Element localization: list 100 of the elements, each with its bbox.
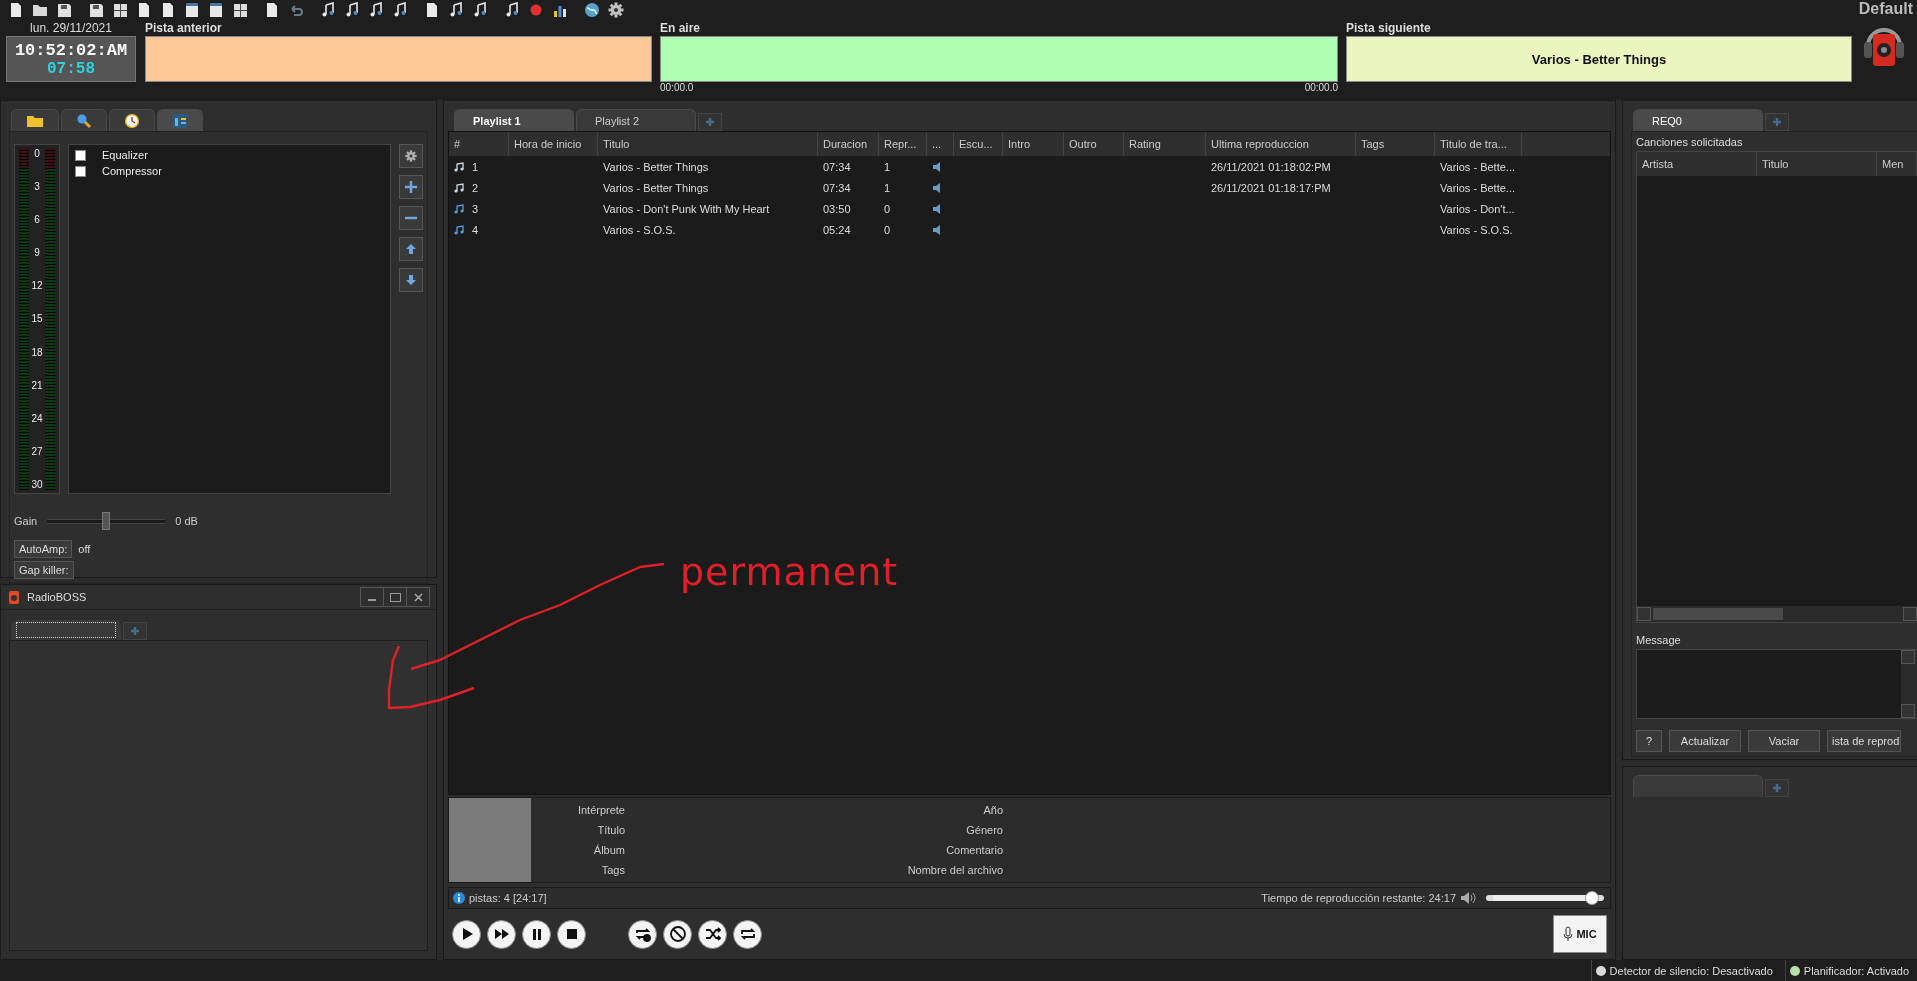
music-note-icon[interactable] xyxy=(392,2,408,18)
window-tab[interactable] xyxy=(11,620,121,640)
music-note-icon[interactable] xyxy=(448,2,464,18)
autoamp-value: off xyxy=(78,543,91,555)
autoamp-button[interactable]: AutoAmp: xyxy=(14,540,73,558)
document-icon[interactable] xyxy=(137,2,151,18)
meter-scale-label: 27 xyxy=(31,445,43,457)
column-header[interactable]: Titulo de tra... xyxy=(1435,132,1522,156)
globe-icon[interactable] xyxy=(584,2,600,18)
column-header[interactable]: Rating xyxy=(1124,132,1206,156)
track-title: Varios - Don't... xyxy=(1440,202,1515,215)
column-header[interactable]: Ultima reproduccion xyxy=(1206,132,1356,156)
horizontal-scrollbar[interactable] xyxy=(1637,606,1917,622)
slider-thumb[interactable] xyxy=(102,512,111,530)
document-icon[interactable] xyxy=(265,2,279,18)
layout-icon[interactable] xyxy=(209,2,223,18)
save-icon[interactable] xyxy=(88,2,104,18)
requests-tab[interactable]: REQ0 xyxy=(1633,109,1763,131)
music-note-icon[interactable] xyxy=(320,2,336,18)
repeat-one-button[interactable] xyxy=(628,919,657,949)
track-duration: 03:50 xyxy=(823,202,851,215)
row-number: 1 xyxy=(472,160,479,173)
plus-icon xyxy=(130,626,140,636)
refresh-button[interactable]: Actualizar xyxy=(1669,730,1741,752)
next-button[interactable] xyxy=(487,919,516,949)
meter-scale-label: 6 xyxy=(34,214,40,226)
shuffle-button[interactable] xyxy=(698,919,727,949)
stop-button[interactable] xyxy=(557,919,586,949)
volume-icon xyxy=(1460,891,1478,905)
gain-value: 0 dB xyxy=(175,515,198,527)
column-header[interactable]: Titulo xyxy=(1757,152,1877,176)
pause-button[interactable] xyxy=(522,919,551,949)
track-title: Varios - S.O.S. xyxy=(603,223,676,236)
column-header[interactable]: Escu... xyxy=(954,132,1003,156)
settings-button[interactable] xyxy=(399,144,423,168)
clock-time: 10:52:02:AM xyxy=(14,40,128,60)
column-header[interactable]: Men xyxy=(1877,152,1917,176)
column-header[interactable]: Duracion xyxy=(818,132,879,156)
deck-label: Pista anterior xyxy=(145,20,223,36)
music-note-icon[interactable] xyxy=(504,2,520,18)
meter-scale-label: 9 xyxy=(34,247,40,259)
document-icon[interactable] xyxy=(161,2,175,18)
volume-slider[interactable] xyxy=(1486,891,1604,905)
column-header[interactable]: Tags xyxy=(1356,132,1435,156)
countdown-time: 07:58 xyxy=(47,59,95,78)
down-button[interactable] xyxy=(399,268,423,292)
settings-icon[interactable] xyxy=(608,2,624,18)
column-header[interactable]: # xyxy=(449,132,509,156)
gap-killer-button[interactable]: Gap killer: xyxy=(14,561,74,579)
music-note-icon[interactable] xyxy=(472,2,488,18)
up-button[interactable] xyxy=(399,237,423,261)
save-icon[interactable] xyxy=(56,2,72,18)
document-icon[interactable] xyxy=(425,2,439,18)
message-field[interactable] xyxy=(1636,649,1917,719)
document-icon[interactable] xyxy=(9,2,23,18)
speaker-logo-icon xyxy=(7,589,21,605)
clear-button[interactable]: Vaciar xyxy=(1748,730,1820,752)
play-button[interactable] xyxy=(452,919,481,949)
folder-icon xyxy=(26,113,44,128)
playlist-tab[interactable]: Playlist 2 xyxy=(576,109,696,131)
column-header[interactable]: Hora de inicio xyxy=(509,132,598,156)
microphone-icon xyxy=(1563,926,1574,942)
column-header[interactable]: Artista xyxy=(1637,152,1757,176)
add-button[interactable] xyxy=(399,175,423,199)
panel-tab[interactable] xyxy=(11,109,59,131)
grid-icon[interactable] xyxy=(232,2,248,18)
playlist-button[interactable]: ista de reprod xyxy=(1827,730,1901,752)
column-header[interactable]: ... xyxy=(927,132,954,156)
last-played: 26/11/2021 01:18:02:PM xyxy=(1211,160,1331,173)
grid-icon[interactable] xyxy=(112,2,128,18)
column-header[interactable]: Outro xyxy=(1064,132,1124,156)
checkbox[interactable] xyxy=(75,165,86,177)
remove-button[interactable] xyxy=(399,206,423,230)
help-button[interactable]: ? xyxy=(1636,730,1662,752)
music-note-icon[interactable] xyxy=(368,2,384,18)
panel-tab[interactable] xyxy=(109,109,155,131)
checkbox[interactable] xyxy=(75,149,86,161)
pause-icon xyxy=(530,927,543,941)
meter-scale-label: 18 xyxy=(31,346,43,358)
mic-button[interactable]: MIC xyxy=(1553,915,1607,953)
row-number: 3 xyxy=(472,202,479,215)
layout-icon[interactable] xyxy=(185,2,199,18)
status-text: Detector de silencio: Desactivado xyxy=(1609,964,1773,977)
repeat-button[interactable] xyxy=(733,919,762,949)
column-header[interactable]: Intro xyxy=(1003,132,1064,156)
music-note-icon[interactable] xyxy=(344,2,360,18)
playlist-tab[interactable]: Playlist 1 xyxy=(454,109,574,131)
column-header[interactable]: Titulo xyxy=(598,132,818,156)
close-icon xyxy=(413,592,423,602)
slider-thumb[interactable] xyxy=(1584,891,1599,905)
equalizer-panel-icon xyxy=(172,112,188,129)
meter-scale-label: 12 xyxy=(31,280,43,292)
play-count: 1 xyxy=(884,181,891,194)
folder-icon[interactable] xyxy=(32,3,48,17)
track-duration: 05:24 xyxy=(823,223,851,236)
field-label: Álbum xyxy=(593,844,625,856)
column-header[interactable]: Repr... xyxy=(879,132,927,156)
undo-icon[interactable] xyxy=(288,3,304,17)
record-icon[interactable] xyxy=(529,3,543,17)
speaker-icon xyxy=(932,224,942,235)
